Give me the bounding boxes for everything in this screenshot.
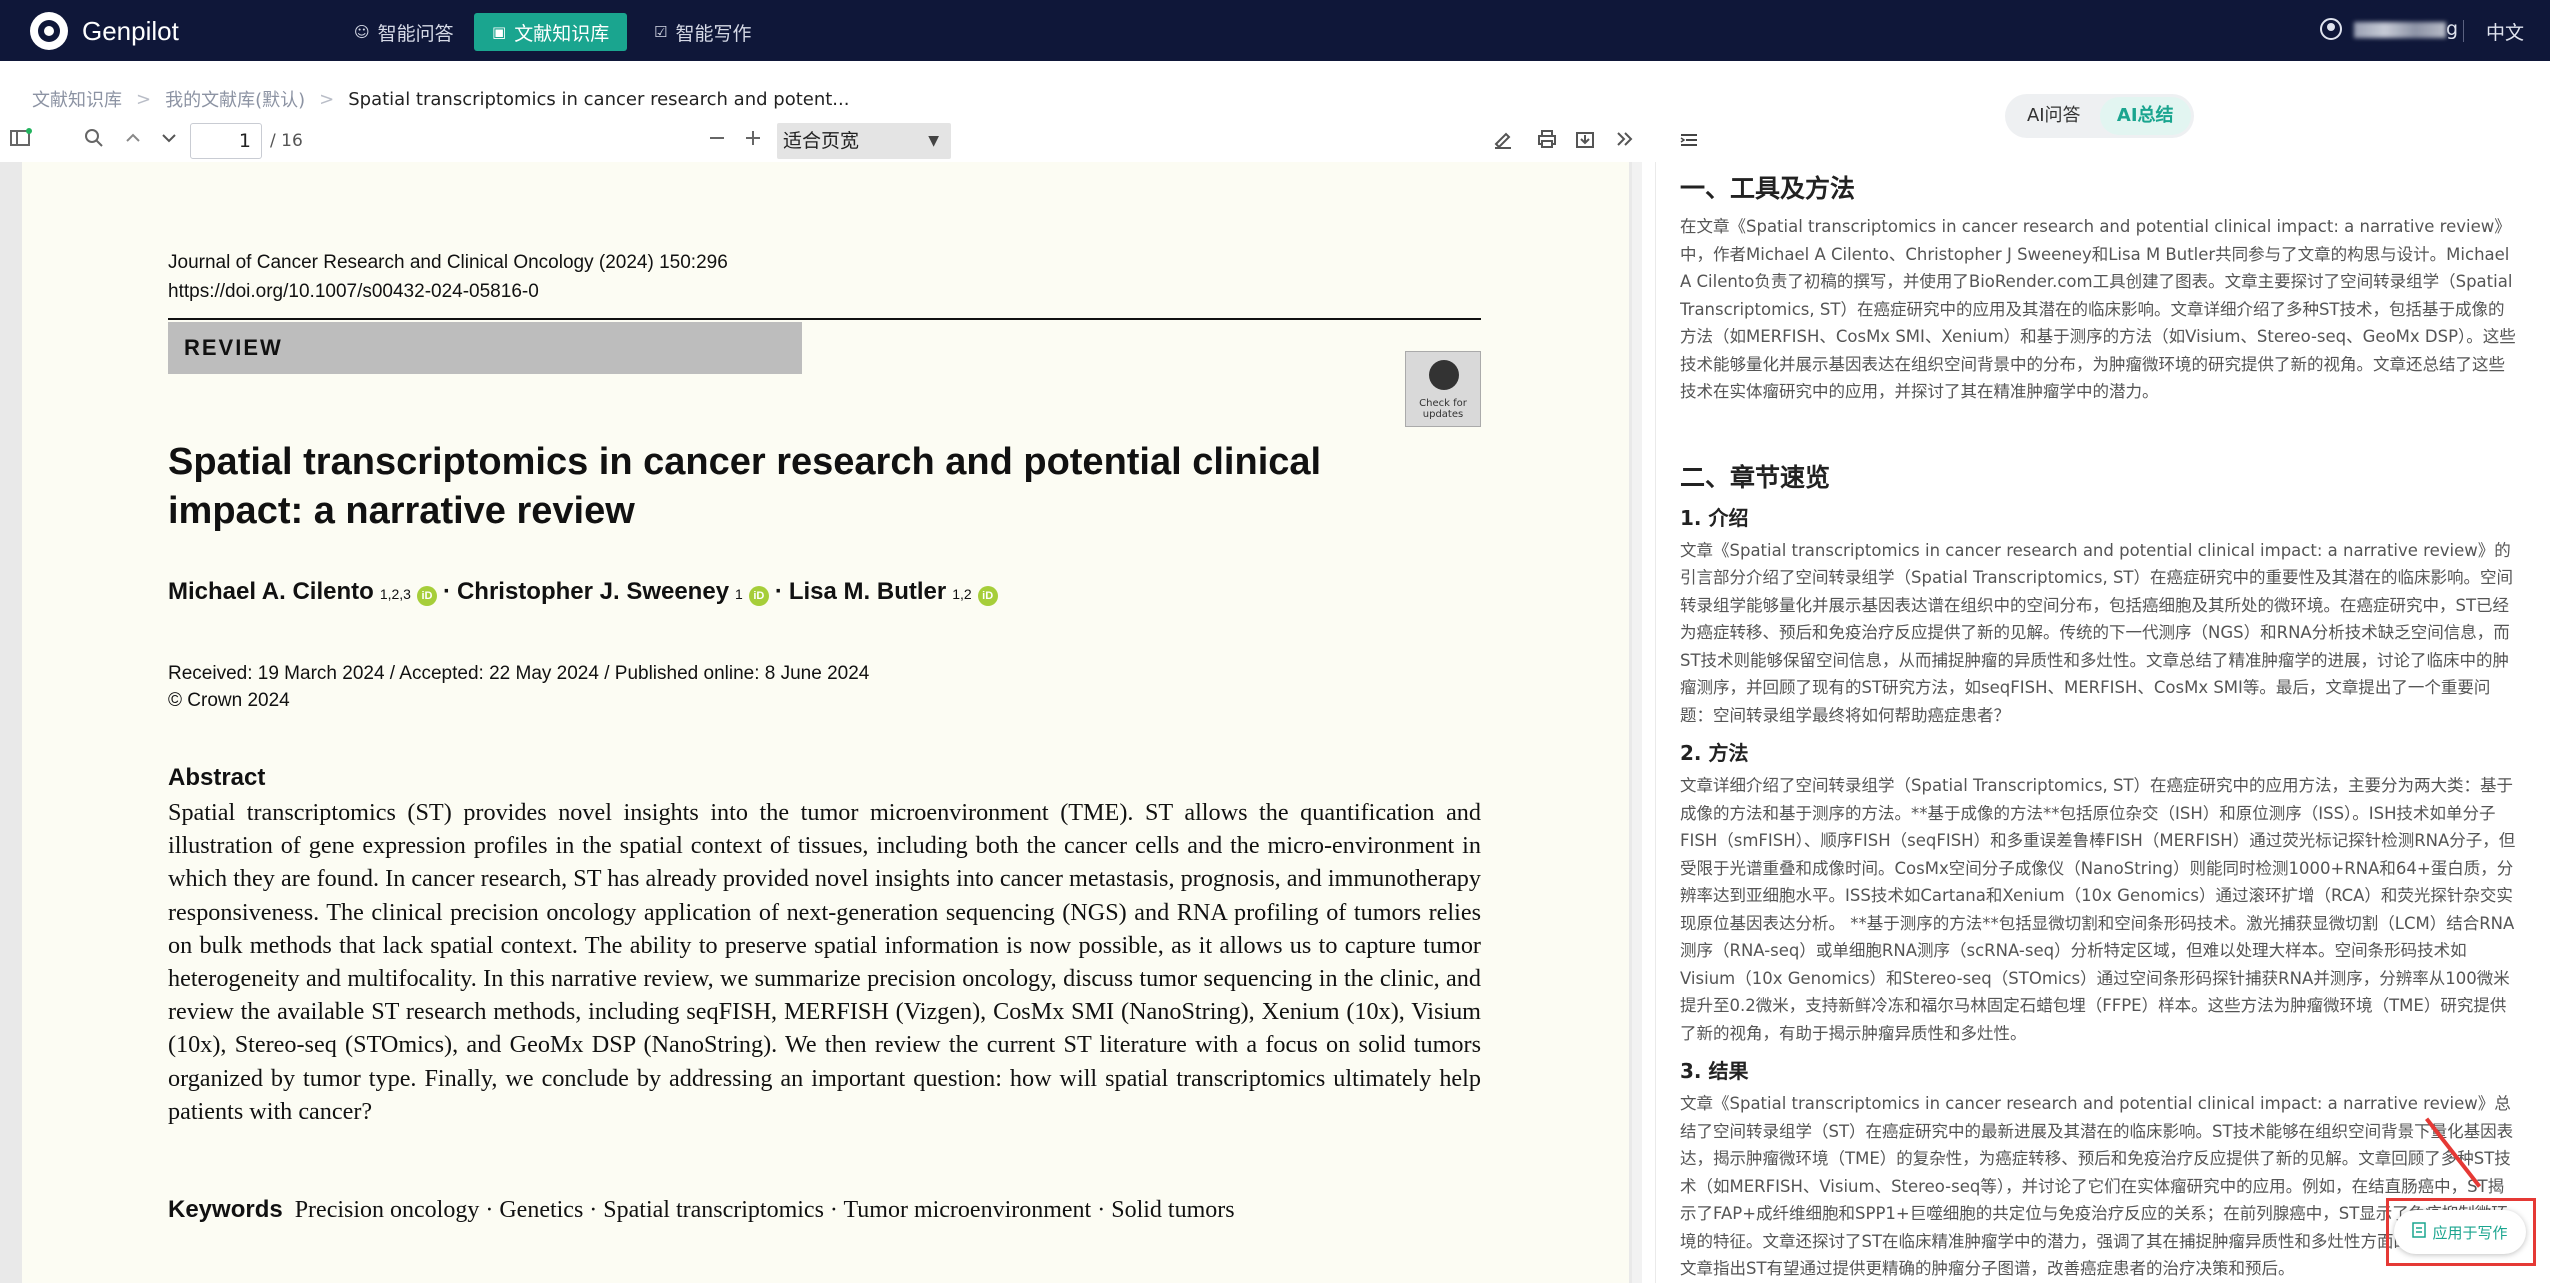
nav-tab-smart-writing[interactable]: ☑ 智能写作 — [636, 13, 769, 51]
more-tools-icon[interactable] — [1614, 128, 1636, 155]
orcid-icon[interactable]: iD — [977, 586, 998, 606]
keywords-heading: Keywords — [168, 1196, 283, 1223]
author-name: Lisa M. Butler — [788, 578, 947, 605]
ai-tab-switch: AI问答 AI总结 — [2005, 94, 2194, 138]
sidebar-toggle-icon[interactable] — [10, 128, 32, 153]
summary-heading-tools: 一、工具及方法 — [1680, 174, 1856, 203]
pdf-scrollbar[interactable] — [1632, 162, 1642, 1283]
tab-ai-summary[interactable]: AI总结 — [2099, 97, 2191, 135]
outline-toggle-icon[interactable] — [1680, 132, 1698, 148]
author-affiliation: 1 — [735, 586, 743, 602]
page-total: / 16 — [270, 131, 303, 151]
top-navbar: Genpilot ☺ 智能问答 ▣ 文献知识库 ☑ 智能写作 g 中文 — [0, 0, 2550, 61]
blurred-username — [2354, 21, 2446, 38]
copyright-line: © Crown 2024 — [168, 690, 290, 711]
library-icon: ▣ — [492, 23, 507, 41]
article-type-banner: REVIEW — [168, 322, 802, 374]
author-name: Michael A. Cilento — [168, 578, 374, 605]
author-name: Christopher J. Sweeney — [456, 578, 730, 605]
received-line: Received: 19 March 2024 / Accepted: 22 M… — [168, 663, 870, 684]
zoom-out-icon[interactable] — [708, 128, 726, 153]
previous-page-icon[interactable] — [124, 128, 142, 153]
brand-logo[interactable]: Genpilot — [30, 12, 179, 50]
navbar-divider — [2463, 20, 2464, 42]
keywords-text: Precision oncology · Genetics · Spatial … — [294, 1197, 1235, 1223]
print-icon[interactable] — [1536, 128, 1558, 155]
check-for-updates-badge[interactable]: Check for updates — [1405, 351, 1481, 427]
author-affiliation: 1,2,3 — [379, 586, 411, 602]
author-affiliation: 1,2 — [952, 586, 972, 602]
breadcrumb: 文献知识库 > 我的文献库(默认) > Spatial transcriptom… — [32, 86, 849, 112]
brand-name: Genpilot — [82, 15, 179, 46]
breadcrumb-my-library[interactable]: 我的文献库(默认) — [165, 86, 305, 112]
writing-icon: ☑ — [654, 23, 668, 41]
header-rule — [168, 318, 1481, 320]
user-menu[interactable]: g — [2320, 18, 2458, 40]
author-separator: · — [442, 578, 451, 605]
chapter-title-methods: 2. 方法 — [1680, 741, 1749, 765]
breadcrumb-separator: > — [136, 88, 152, 110]
orcid-icon[interactable]: iD — [416, 586, 437, 606]
user-avatar-icon — [2320, 18, 2342, 40]
genpilot-logo-icon — [30, 12, 68, 50]
abstract-heading: Abstract — [168, 764, 266, 791]
abstract-text: Spatial transcriptomics (ST) provides no… — [168, 799, 1481, 1125]
highlight-pen-icon[interactable] — [1492, 128, 1514, 155]
ai-summary-panel: 一、工具及方法 在文章《Spatial transcriptomics in c… — [1680, 165, 2520, 1283]
search-icon[interactable] — [84, 128, 104, 153]
publication-dates: Received: 19 March 2024 / Accepted: 22 M… — [168, 660, 869, 714]
tab-ai-qa[interactable]: AI问答 — [2008, 97, 2100, 135]
document-icon — [2412, 1222, 2427, 1242]
orcid-icon[interactable]: iD — [748, 586, 769, 606]
summary-paragraph-tools: 在文章《Spatial transcriptomics in cancer re… — [1680, 217, 2516, 401]
download-icon[interactable] — [1574, 128, 1596, 155]
doi-link[interactable]: https://doi.org/10.1007/s00432-024-05816… — [168, 277, 728, 306]
next-page-icon[interactable] — [160, 128, 178, 153]
keywords-line: Keywords Precision oncology · Genetics ·… — [168, 1196, 1235, 1224]
zoom-select[interactable]: 适合页宽 ▼ — [777, 123, 951, 159]
user-name: g — [2354, 18, 2458, 40]
chapter-title-intro: 1. 介绍 — [1680, 505, 1749, 530]
nav-tab-literature-library[interactable]: ▣ 文献知识库 — [474, 13, 628, 51]
breadcrumb-separator: > — [319, 88, 335, 110]
chapter-title-results: 3. 结果 — [1680, 1059, 1749, 1083]
nav-tab-label: 智能问答 — [377, 22, 454, 45]
journal-line: Journal of Cancer Research and Clinical … — [168, 252, 728, 273]
zoom-value: 适合页宽 — [783, 130, 860, 152]
chat-icon: ☺ — [354, 23, 370, 41]
breadcrumb-library[interactable]: 文献知识库 — [32, 86, 122, 112]
chapter-text-methods: 文章详细介绍了空间转录组学（Spatial Transcriptomics, S… — [1680, 776, 2516, 1043]
chevron-down-icon: ▼ — [928, 133, 939, 149]
summary-heading-chapters: 二、章节速览 — [1680, 462, 1831, 492]
chapter-text-intro: 文章《Spatial transcriptomics in cancer res… — [1680, 540, 2514, 725]
nav-tab-smart-qa[interactable]: ☺ 智能问答 — [336, 13, 472, 51]
breadcrumb-current-paper: Spatial transcriptomics in cancer resear… — [348, 88, 850, 110]
zoom-in-icon[interactable] — [744, 128, 762, 153]
language-switch[interactable]: 中文 — [2486, 18, 2524, 45]
apply-to-writing-button[interactable]: 应用于写作 — [2394, 1210, 2526, 1254]
apply-to-writing-label: 应用于写作 — [2432, 1223, 2508, 1242]
paper-title: Spatial transcriptomics in cancer resear… — [168, 441, 1322, 532]
author-separator: · — [774, 578, 783, 605]
author-list: Michael A. Cilento 1,2,3 iD · Christopher… — [168, 578, 998, 606]
panel-divider[interactable] — [1655, 162, 1656, 1283]
journal-citation: Journal of Cancer Research and Clinical … — [168, 248, 728, 306]
nav-tab-label: 文献知识库 — [514, 22, 610, 45]
nav-tab-label: 智能写作 — [675, 22, 752, 45]
page-number-input[interactable]: 1 — [190, 123, 262, 159]
